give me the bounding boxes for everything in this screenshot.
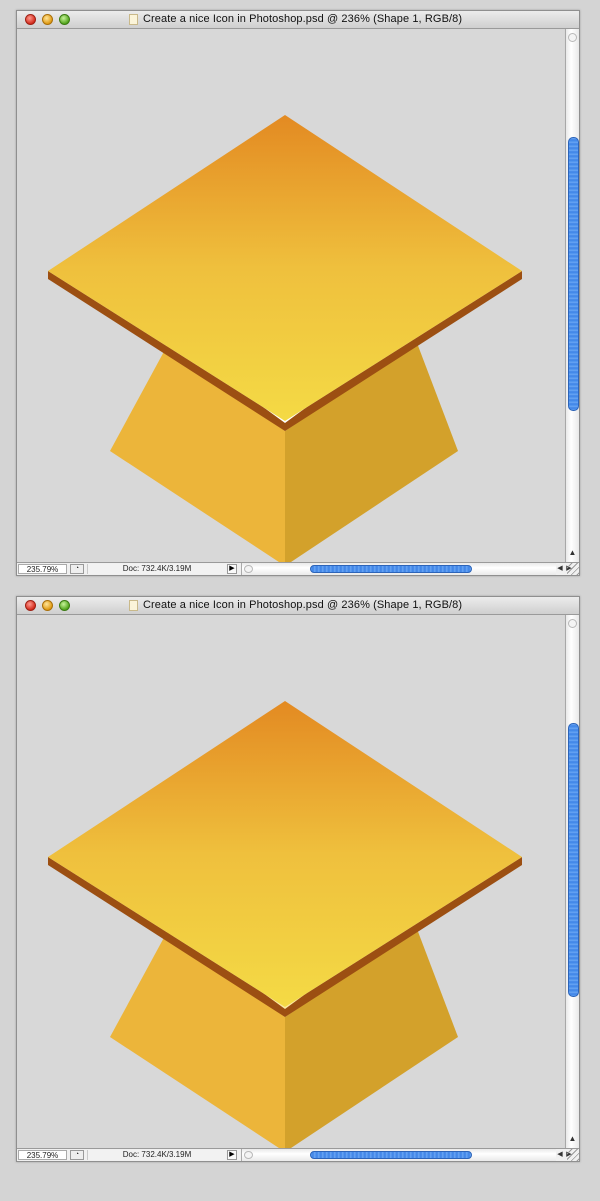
window-titlebar[interactable]: Create a nice Icon in Photoshop.psd @ 23… bbox=[17, 597, 579, 615]
close-window-button[interactable] bbox=[25, 14, 36, 25]
horizontal-scrollbar[interactable] bbox=[241, 1149, 556, 1161]
navigator-icon[interactable]: ◔ bbox=[70, 564, 84, 574]
horizontal-scroll-thumb[interactable] bbox=[310, 1151, 472, 1159]
status-menu-arrow-icon[interactable]: ▶ bbox=[227, 564, 237, 574]
close-window-button[interactable] bbox=[25, 600, 36, 611]
document-canvas[interactable] bbox=[17, 29, 564, 563]
document-window: Create a nice Icon in Photoshop.psd @ 23… bbox=[16, 10, 580, 576]
top-face bbox=[48, 701, 522, 1007]
zoom-level-field[interactable]: 235.79% bbox=[18, 564, 67, 574]
resize-grip[interactable] bbox=[567, 1149, 579, 1161]
minimize-window-button[interactable] bbox=[42, 14, 53, 25]
window-titlebar[interactable]: Create a nice Icon in Photoshop.psd @ 23… bbox=[17, 11, 579, 29]
horizontal-scrollbar[interactable] bbox=[241, 563, 556, 575]
top-face bbox=[48, 115, 522, 421]
scroll-up-arrow-icon[interactable]: ▲ bbox=[566, 1133, 579, 1144]
zoom-window-button[interactable] bbox=[59, 600, 70, 611]
status-bar: 235.79% ◔ Doc: 732.4K/3.19M ▶ ◀ ▶ bbox=[17, 1148, 579, 1161]
scroll-track-cap bbox=[568, 33, 577, 42]
scroll-up-arrow-icon[interactable]: ▲ bbox=[566, 547, 579, 558]
vertical-scrollbar[interactable]: ▲ ▼ bbox=[565, 615, 579, 1155]
document-size-info: Doc: 732.4K/3.19M bbox=[87, 1150, 226, 1160]
status-bar: 235.79% ◔ Doc: 732.4K/3.19M ▶ ◀ ▶ bbox=[17, 562, 579, 575]
vertical-scroll-thumb[interactable] bbox=[568, 137, 579, 411]
vertical-scroll-thumb[interactable] bbox=[568, 723, 579, 997]
document-window: Create a nice Icon in Photoshop.psd @ 23… bbox=[16, 596, 580, 1162]
zoom-window-button[interactable] bbox=[59, 14, 70, 25]
icon-artwork bbox=[48, 115, 522, 563]
status-menu-arrow-icon[interactable]: ▶ bbox=[227, 1150, 237, 1160]
scroll-track-cap bbox=[244, 1151, 253, 1159]
document-size-info: Doc: 732.4K/3.19M bbox=[87, 564, 226, 574]
scroll-track-cap bbox=[244, 565, 253, 573]
minimize-window-button[interactable] bbox=[42, 600, 53, 611]
document-icon bbox=[129, 14, 138, 25]
resize-grip[interactable] bbox=[567, 563, 579, 575]
icon-artwork bbox=[48, 701, 522, 1149]
document-canvas[interactable] bbox=[17, 615, 564, 1149]
window-title: Create a nice Icon in Photoshop.psd @ 23… bbox=[143, 599, 463, 611]
navigator-icon[interactable]: ◔ bbox=[70, 1150, 84, 1160]
vertical-scrollbar[interactable]: ▲ ▼ bbox=[565, 29, 579, 569]
scroll-track-cap bbox=[568, 619, 577, 628]
zoom-level-field[interactable]: 235.79% bbox=[18, 1150, 67, 1160]
window-title: Create a nice Icon in Photoshop.psd @ 23… bbox=[143, 13, 463, 25]
horizontal-scroll-thumb[interactable] bbox=[310, 565, 472, 573]
document-icon bbox=[129, 600, 138, 611]
